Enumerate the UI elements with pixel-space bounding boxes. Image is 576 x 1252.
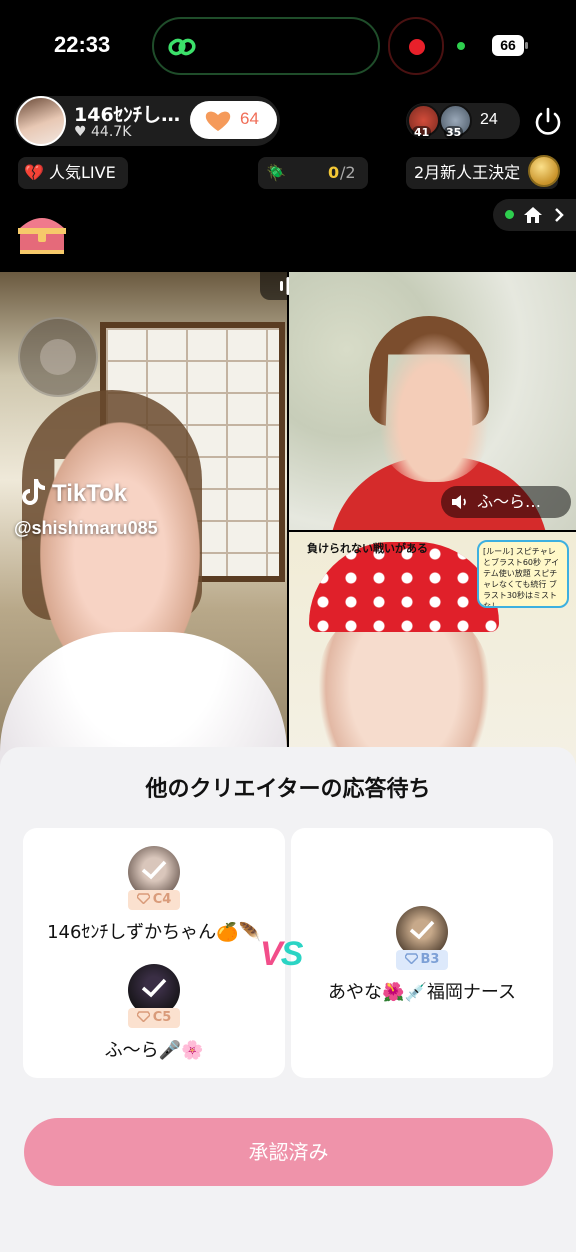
like-count: 64 bbox=[240, 109, 259, 128]
heart-icon bbox=[205, 111, 231, 131]
host-likes: ♥ 44.7K bbox=[74, 124, 131, 140]
battery-indicator: 66 bbox=[492, 35, 528, 56]
player-name: ふ〜ら🎤🌸 bbox=[104, 1040, 204, 1061]
home-icon bbox=[524, 207, 542, 223]
diamond-icon bbox=[136, 1011, 150, 1022]
camera-in-use-dot bbox=[457, 42, 465, 50]
record-dot-icon bbox=[409, 39, 425, 55]
viewer-list[interactable]: 41 35 24 bbox=[406, 103, 520, 139]
trophy-coin-icon bbox=[528, 155, 560, 187]
host-name: 146ｾﾝﾁし… bbox=[74, 104, 181, 126]
event-chip[interactable]: 2月新人王決定 bbox=[406, 155, 560, 189]
power-icon[interactable] bbox=[532, 106, 564, 138]
guest-video-fura[interactable]: ふ〜ら… bbox=[289, 272, 576, 530]
player-ayana[interactable]: B3 あやな🌺💉福岡ナース bbox=[291, 906, 553, 1004]
host-avatar[interactable] bbox=[16, 96, 66, 146]
popular-live-chip[interactable]: 💔 人気LIVE bbox=[18, 157, 128, 189]
tiktok-watermark: TikTok bbox=[20, 477, 127, 508]
speaker-icon bbox=[452, 495, 466, 509]
quest-progress-chip[interactable]: 🪲 0 /2 bbox=[258, 157, 368, 189]
rank-badge: C5 bbox=[128, 1008, 180, 1028]
rank-badge: B3 bbox=[396, 950, 448, 970]
rank-badge: C4 bbox=[128, 890, 180, 910]
team-right-card: B3 あやな🌺💉福岡ナース bbox=[291, 828, 553, 1078]
speaker-label[interactable]: ふ〜ら… bbox=[441, 486, 571, 518]
likes-count: 44.7K bbox=[91, 124, 132, 140]
battery-level: 66 bbox=[492, 35, 524, 56]
home-shortcut[interactable] bbox=[493, 199, 576, 231]
top-viewer-avatar-2[interactable]: 35 bbox=[439, 104, 472, 139]
treasure-chest-icon[interactable] bbox=[16, 210, 68, 258]
chevron-right-icon bbox=[555, 208, 564, 222]
diamond-icon bbox=[136, 893, 150, 904]
guest-video-host[interactable]: TikTok @shishimaru085 bbox=[0, 272, 287, 792]
top-viewer-avatar-1[interactable]: 41 bbox=[407, 104, 440, 139]
versus-logo: VS bbox=[260, 935, 303, 973]
team-left-card: C4 146ｾﾝﾁしずかちゃん🍊🪶 C5 ふ〜ら🎤🌸 bbox=[23, 828, 285, 1078]
check-icon bbox=[141, 978, 167, 998]
player-shizuka[interactable]: C4 146ｾﾝﾁしずかちゃん🍊🪶 bbox=[23, 846, 285, 944]
screen-record-indicator[interactable] bbox=[388, 17, 444, 75]
creator-handle: @shishimaru085 bbox=[14, 518, 158, 538]
check-icon bbox=[409, 920, 435, 940]
broken-heart-icon: 💔 bbox=[24, 163, 44, 182]
like-button[interactable]: 64 bbox=[190, 101, 277, 139]
diamond-icon bbox=[404, 953, 418, 964]
check-icon bbox=[141, 860, 167, 880]
rules-card: [ルール] スピチャレとブラスト60秒 アイテム使い放題 スピチャレなくても続行… bbox=[477, 540, 569, 608]
viewer-count: 24 bbox=[480, 111, 498, 128]
multi-guest-video-grid: TikTok @shishimaru085 ふ〜ら… 負けられない戦いがある [… bbox=[0, 272, 576, 792]
sheet-title: 他のクリエイターの応答待ち bbox=[145, 777, 431, 802]
dynamic-island[interactable] bbox=[152, 17, 380, 75]
player-name: 146ｾﾝﾁしずかちゃん🍊🪶 bbox=[47, 922, 261, 943]
joystick-control[interactable] bbox=[18, 317, 98, 397]
approved-button[interactable]: 承認済み bbox=[24, 1118, 553, 1186]
online-dot bbox=[505, 210, 514, 219]
clock: 22:33 bbox=[54, 32, 111, 57]
video-banner-text: 負けられない戦いがある bbox=[307, 542, 428, 555]
tiktok-logo-icon bbox=[22, 479, 45, 505]
link-icon bbox=[168, 38, 196, 56]
heart-outline-icon: ♥ bbox=[74, 124, 87, 140]
status-bar: 22:33 66 bbox=[0, 0, 576, 92]
player-fura[interactable]: C5 ふ〜ら🎤🌸 bbox=[23, 964, 285, 1062]
player-name: あやな🌺💉福岡ナース bbox=[328, 982, 516, 1003]
beetle-icon: 🪲 bbox=[266, 163, 286, 182]
host-info[interactable]: 146ｾﾝﾁし… ♥ 44.7K 64 bbox=[14, 96, 280, 146]
